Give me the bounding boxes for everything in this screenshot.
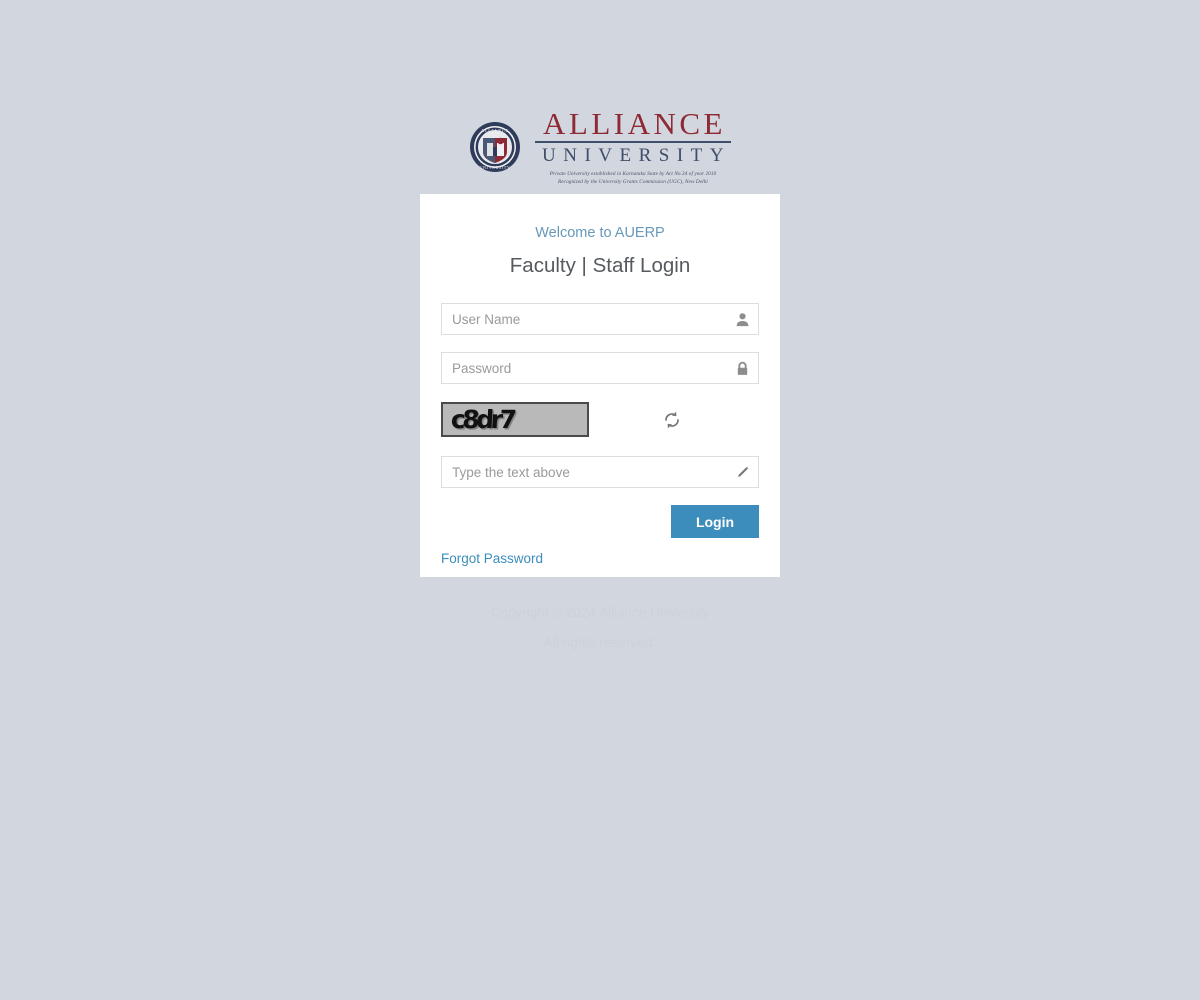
password-field-wrapper (441, 352, 759, 384)
brand-name-sub: UNIVERSITY (542, 145, 731, 166)
username-field-wrapper (441, 303, 759, 335)
forgot-password-link[interactable]: Forgot Password (441, 551, 543, 566)
footer-rights: All rights reserved. (544, 635, 656, 650)
actions-row: Login (441, 505, 759, 538)
alliance-university-seal-icon: ALLIANCE UNIVERSITY (469, 121, 521, 173)
brand-inner: ALLIANCE UNIVERSITY ALLIANCE UNIVERSITY … (469, 108, 731, 187)
brand-tagline: Private University established in Karnat… (550, 170, 716, 187)
forgot-password-row: Forgot Password (441, 550, 759, 568)
login-card: Welcome to AUERP Faculty | Staff Login U… (420, 194, 780, 577)
login-button[interactable]: Login (671, 505, 759, 538)
brand-name-main: ALLIANCE (543, 106, 726, 141)
captcha-row: c8dr7 (441, 402, 759, 437)
page-title: Faculty | Staff Login (509, 254, 691, 277)
footer-copyright: Copyright © 2024 Alliance University (490, 605, 710, 620)
captcha-field-wrapper (441, 456, 759, 488)
login-page: ALLIANCE UNIVERSITY ALLIANCE UNIVERSITY … (0, 0, 1200, 1000)
svg-text:UNIVERSITY: UNIVERSITY (479, 165, 510, 170)
username-input[interactable] (441, 303, 759, 335)
password-input[interactable] (441, 352, 759, 384)
refresh-icon[interactable] (661, 409, 683, 431)
brand-divider (535, 141, 731, 143)
welcome-text: Welcome to AUERP (535, 225, 665, 241)
footer: Copyright © 2024 Alliance University All… (0, 598, 1200, 658)
brand-header: ALLIANCE UNIVERSITY ALLIANCE UNIVERSITY … (0, 108, 1200, 187)
captcha-image: c8dr7 (441, 402, 589, 437)
brand-tagline-line-1: Private University established in Karnat… (549, 171, 717, 177)
captcha-text: c8dr7 (450, 405, 515, 434)
brand-tagline-line-2: Recognized by the University Grants Comm… (558, 179, 708, 186)
captcha-input[interactable] (441, 456, 759, 488)
svg-text:ALLIANCE: ALLIANCE (481, 128, 510, 133)
brand-wordmark: ALLIANCE UNIVERSITY Private University e… (535, 108, 731, 187)
